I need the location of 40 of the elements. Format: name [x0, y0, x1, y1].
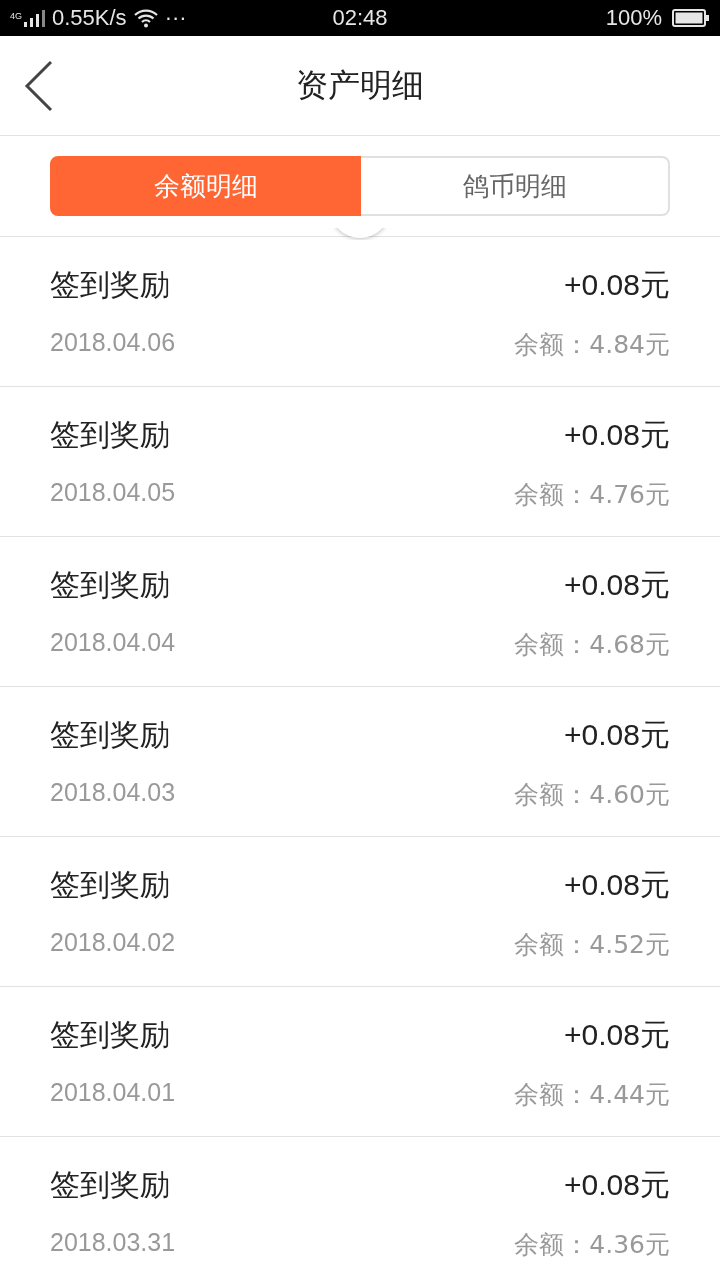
record-title: 签到奖励 [50, 266, 171, 304]
tab[interactable]: 鸽币明细 [361, 156, 670, 216]
record-title: 签到奖励 [50, 716, 171, 754]
record-balance: 余额：4.76元 [514, 479, 670, 511]
more-icon: ··· [164, 5, 187, 31]
battery-icon [672, 9, 710, 27]
battery-level: 100% [605, 5, 662, 31]
record-amount: +0.08元 [563, 1167, 670, 1203]
record-amount: +0.08元 [563, 417, 670, 453]
record-amount: +0.08元 [563, 717, 670, 753]
record-date: 2018.04.06 [50, 328, 177, 358]
record-balance: 余额：4.36元 [514, 1229, 670, 1261]
record-date: 2018.04.05 [50, 478, 177, 508]
tab[interactable]: 余额明细 [50, 156, 361, 216]
record-amount: +0.08元 [563, 1017, 670, 1053]
record-balance: 余额：4.68元 [514, 629, 670, 661]
record-balance: 余额：4.84元 [514, 329, 670, 361]
record-date: 2018.03.31 [50, 1228, 177, 1258]
record-title: 签到奖励 [50, 1166, 171, 1204]
record-date: 2018.04.04 [50, 628, 177, 658]
clock: 02:48 [332, 5, 388, 30]
record-title: 签到奖励 [50, 566, 171, 604]
record-balance: 余额：4.44元 [514, 1079, 670, 1111]
back-icon[interactable] [24, 60, 54, 112]
record-title: 签到奖励 [50, 416, 171, 454]
record-amount: +0.08元 [563, 267, 670, 303]
record-title: 签到奖励 [50, 1016, 171, 1054]
network-label: 4G [10, 11, 22, 21]
record-amount: +0.08元 [563, 867, 670, 903]
record-date: 2018.04.03 [50, 778, 177, 808]
record-date: 2018.04.01 [50, 1078, 177, 1108]
network-speed: 0.55K/s [52, 5, 127, 31]
signal-icon [24, 9, 46, 27]
record-title: 签到奖励 [50, 866, 171, 904]
record-amount: +0.08元 [563, 567, 670, 603]
page-title: 资产明细 [296, 64, 424, 106]
record-date: 2018.04.02 [50, 928, 177, 958]
record-balance: 余额：4.60元 [514, 779, 670, 811]
wifi-icon [132, 8, 159, 28]
record-balance: 余额：4.52元 [514, 929, 670, 961]
